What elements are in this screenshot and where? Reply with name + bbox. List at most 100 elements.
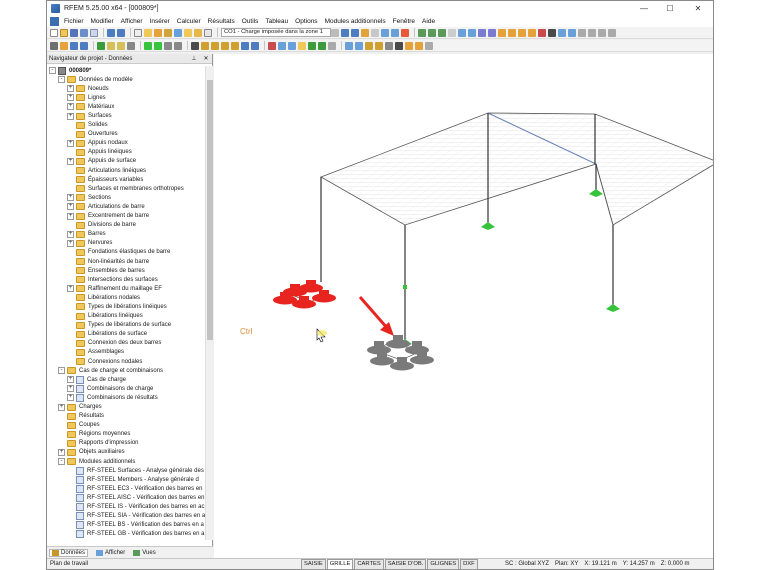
imperfection-icon[interactable] — [401, 28, 409, 37]
collapse-icon[interactable]: - — [58, 458, 65, 466]
tree-item[interactable]: RF-STEEL AISC - Vérification des barres … — [47, 493, 205, 502]
release-icon[interactable] — [174, 41, 182, 50]
tree-item[interactable]: Libérations nodales — [47, 293, 205, 302]
tree-item[interactable]: + Excentrement de barre — [47, 212, 205, 221]
tree-item[interactable]: + Raffinement du maillage EF — [47, 284, 205, 293]
menu-afficher[interactable]: Afficher — [121, 18, 143, 25]
iso-view-icon[interactable] — [528, 28, 536, 37]
tree-item[interactable]: + Charges — [47, 402, 205, 411]
wireframe-icon[interactable] — [488, 28, 496, 37]
expand-icon[interactable]: + — [67, 203, 74, 211]
tree-item[interactable]: - Modules additionnels — [47, 457, 205, 466]
opening-icon[interactable] — [127, 41, 135, 50]
load-case-select[interactable]: CO1 - Charge imposée dans la zone 1 — [221, 28, 331, 37]
minimize-button[interactable]: — — [631, 1, 657, 15]
rotate-model-icon[interactable] — [231, 41, 239, 50]
zoom-icon[interactable] — [458, 28, 466, 37]
menu-tableau[interactable]: Tableau — [265, 18, 288, 25]
tree-item[interactable]: Intersections des surfaces — [47, 275, 205, 284]
tree-item[interactable]: + Lignes — [47, 93, 205, 102]
menu-modifier[interactable]: Modifier — [91, 18, 114, 25]
arc-icon[interactable] — [80, 41, 88, 50]
tree-item[interactable]: Appuis linéiques — [47, 148, 205, 157]
tree-item[interactable]: - Données de modèle — [47, 75, 205, 84]
tree-item[interactable]: Solides — [47, 121, 205, 130]
delete-icon[interactable] — [268, 41, 276, 50]
more-2-icon[interactable] — [588, 28, 596, 37]
expand-icon[interactable]: + — [67, 85, 74, 93]
values-icon[interactable] — [194, 28, 202, 37]
coordinate-system-icon[interactable] — [345, 41, 353, 50]
tree-item[interactable]: + Objets auxiliaires — [47, 448, 205, 457]
open-folder-icon[interactable] — [60, 28, 68, 37]
copy-icon[interactable] — [211, 41, 219, 50]
filter-icon[interactable] — [448, 28, 456, 37]
tree-item[interactable]: RF-STEEL SIA - Vérification des barres e… — [47, 512, 205, 521]
close-button[interactable]: ✕ — [683, 1, 713, 15]
collapse-icon[interactable]: - — [58, 76, 65, 84]
saisie-obj-toggle[interactable]: SAISIE D'OB. — [384, 559, 427, 570]
render-icon[interactable] — [478, 28, 486, 37]
work-plane-icon[interactable] — [355, 41, 363, 50]
expand-icon[interactable]: + — [67, 194, 74, 202]
table-icon[interactable] — [204, 28, 212, 37]
tree-item[interactable]: + Cas de charge — [47, 375, 205, 384]
guideline-icon[interactable] — [308, 41, 316, 50]
cartes-toggle[interactable]: CARTES — [354, 559, 384, 570]
tree-item[interactable]: Surfaces et membranes orthotropes — [47, 184, 205, 193]
print-icon[interactable] — [80, 28, 88, 37]
glignes-toggle[interactable]: GLIGNES — [427, 559, 460, 570]
table-3-icon[interactable] — [415, 41, 423, 50]
tree-item[interactable]: Libérations de surface — [47, 330, 205, 339]
tree-item[interactable]: + Articulations de barre — [47, 202, 205, 211]
navigator-close-button[interactable]: ✕ — [200, 54, 212, 63]
menu-fenetre[interactable]: Fenêtre — [393, 18, 415, 25]
tree-item[interactable]: + Matériaux — [47, 102, 205, 111]
tree-item[interactable]: Épaisseurs variables — [47, 175, 205, 184]
more-3-icon[interactable] — [598, 28, 606, 37]
tree-item[interactable]: + Combinaisons de charge — [47, 384, 205, 393]
tree-item[interactable]: + Combinaisons de résultats — [47, 393, 205, 402]
xy-view-icon[interactable] — [498, 28, 506, 37]
support-green-4[interactable] — [589, 189, 603, 197]
collapse-icon[interactable]: - — [49, 67, 56, 75]
expand-icon[interactable]: + — [67, 394, 74, 402]
menu-resultats[interactable]: Résultats — [208, 18, 235, 25]
model-3d-view[interactable] — [214, 54, 732, 558]
display-icon[interactable] — [548, 28, 556, 37]
undo-icon[interactable] — [107, 28, 115, 37]
hinge-icon[interactable] — [164, 41, 172, 50]
connect-icon[interactable] — [251, 41, 259, 50]
results-icon[interactable] — [174, 28, 182, 37]
expand-icon[interactable]: + — [67, 112, 74, 120]
model-viewport[interactable]: Ctrl — [214, 54, 732, 558]
expand-icon[interactable]: + — [67, 94, 74, 102]
tree-item[interactable]: RF-STEEL Members - Analyse générale d — [47, 475, 205, 484]
next-arrow-icon[interactable] — [351, 28, 359, 37]
system-menu-icon[interactable] — [50, 16, 59, 26]
pin-icon[interactable]: ⊥ — [188, 54, 200, 63]
tree-item[interactable]: - 000809* — [47, 66, 205, 75]
selected-supports-group[interactable] — [273, 280, 336, 309]
expand-icon[interactable]: + — [67, 157, 74, 165]
comment-icon[interactable] — [298, 41, 306, 50]
node-icon[interactable] — [50, 41, 58, 50]
tab-donnees[interactable]: Données — [49, 548, 89, 557]
pan-icon[interactable] — [568, 28, 576, 37]
solid-icon[interactable] — [117, 41, 125, 50]
node-marker-green[interactable] — [403, 285, 407, 289]
tree-item[interactable]: Fondations élastiques de barre — [47, 248, 205, 257]
more-icon[interactable] — [578, 28, 586, 37]
support-green-1[interactable] — [481, 222, 495, 230]
visibility-icon[interactable] — [365, 41, 373, 50]
tree-item[interactable]: Résultats — [47, 412, 205, 421]
tree-item[interactable]: RF-STEEL Surfaces - Analyse générale des — [47, 466, 205, 475]
tree-item[interactable]: Connexions nodales — [47, 357, 205, 366]
tree-item[interactable]: + Appuis nodaux — [47, 139, 205, 148]
yz-view-icon[interactable] — [518, 28, 526, 37]
tree-item[interactable]: + Surfaces — [47, 111, 205, 120]
new-file-icon[interactable] — [50, 28, 58, 37]
tree-item[interactable]: RF-STEEL GB - Vérification des barres en… — [47, 530, 205, 539]
tree-item[interactable]: Non-linéarités de barre — [47, 257, 205, 266]
tree-item[interactable]: + Noeuds — [47, 84, 205, 93]
